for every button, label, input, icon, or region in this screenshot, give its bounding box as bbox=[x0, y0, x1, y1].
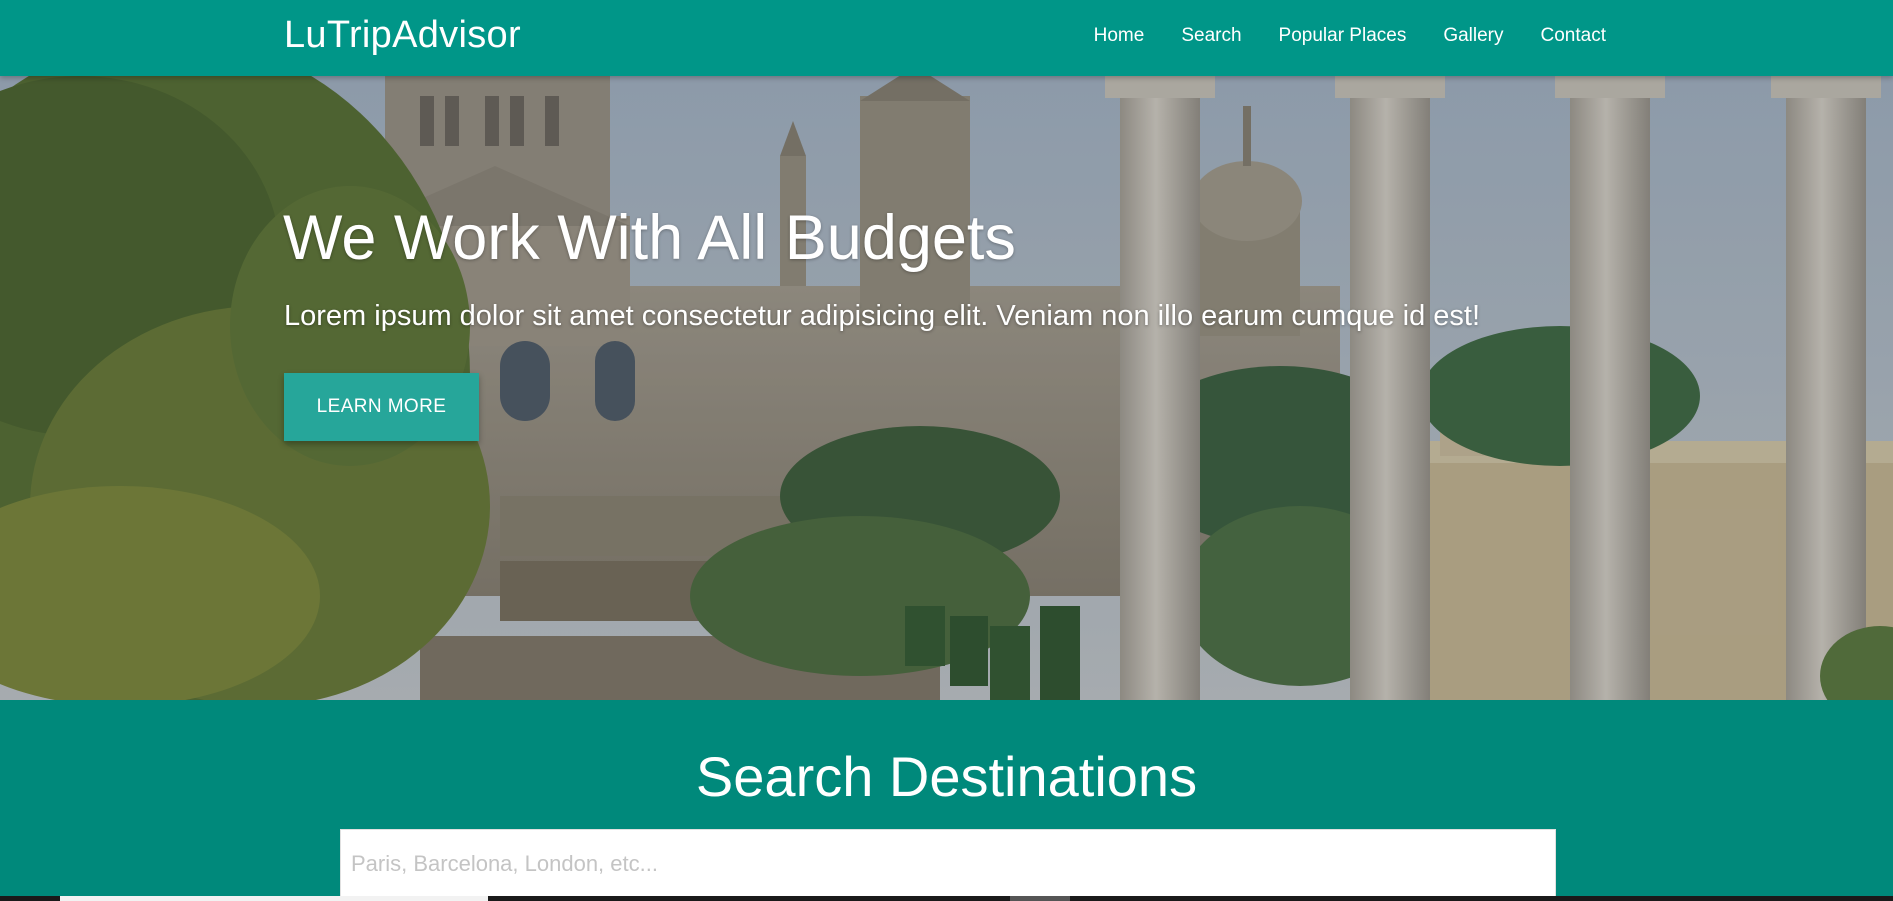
destination-search-input[interactable] bbox=[340, 829, 1556, 899]
search-heading: Search Destinations bbox=[695, 745, 1198, 808]
nav-link-home[interactable]: Home bbox=[1094, 25, 1145, 47]
hero-text: Lorem ipsum dolor sit amet consectetur a… bbox=[284, 300, 1481, 332]
bottom-strip-segment bbox=[60, 896, 488, 901]
search-section: Search Destinations bbox=[0, 700, 1893, 899]
hero-title: We Work With All Budgets bbox=[283, 203, 1016, 273]
learn-more-button[interactable]: LEARN MORE bbox=[284, 373, 479, 441]
hero-section: We Work With All Budgets Lorem ipsum dol… bbox=[0, 76, 1893, 700]
bottom-edge-strip bbox=[0, 896, 1893, 901]
top-navbar: LuTripAdvisor Home Search Popular Places… bbox=[0, 0, 1893, 76]
bottom-strip-segment bbox=[1010, 896, 1070, 901]
brand-logo-link[interactable]: LuTripAdvisor bbox=[284, 14, 521, 57]
nav-links: Home Search Popular Places Gallery Conta… bbox=[1057, 0, 1606, 72]
nav-link-popular-places[interactable]: Popular Places bbox=[1279, 25, 1407, 47]
nav-link-gallery[interactable]: Gallery bbox=[1443, 25, 1503, 47]
nav-link-search[interactable]: Search bbox=[1181, 25, 1241, 47]
nav-link-contact[interactable]: Contact bbox=[1541, 25, 1606, 47]
